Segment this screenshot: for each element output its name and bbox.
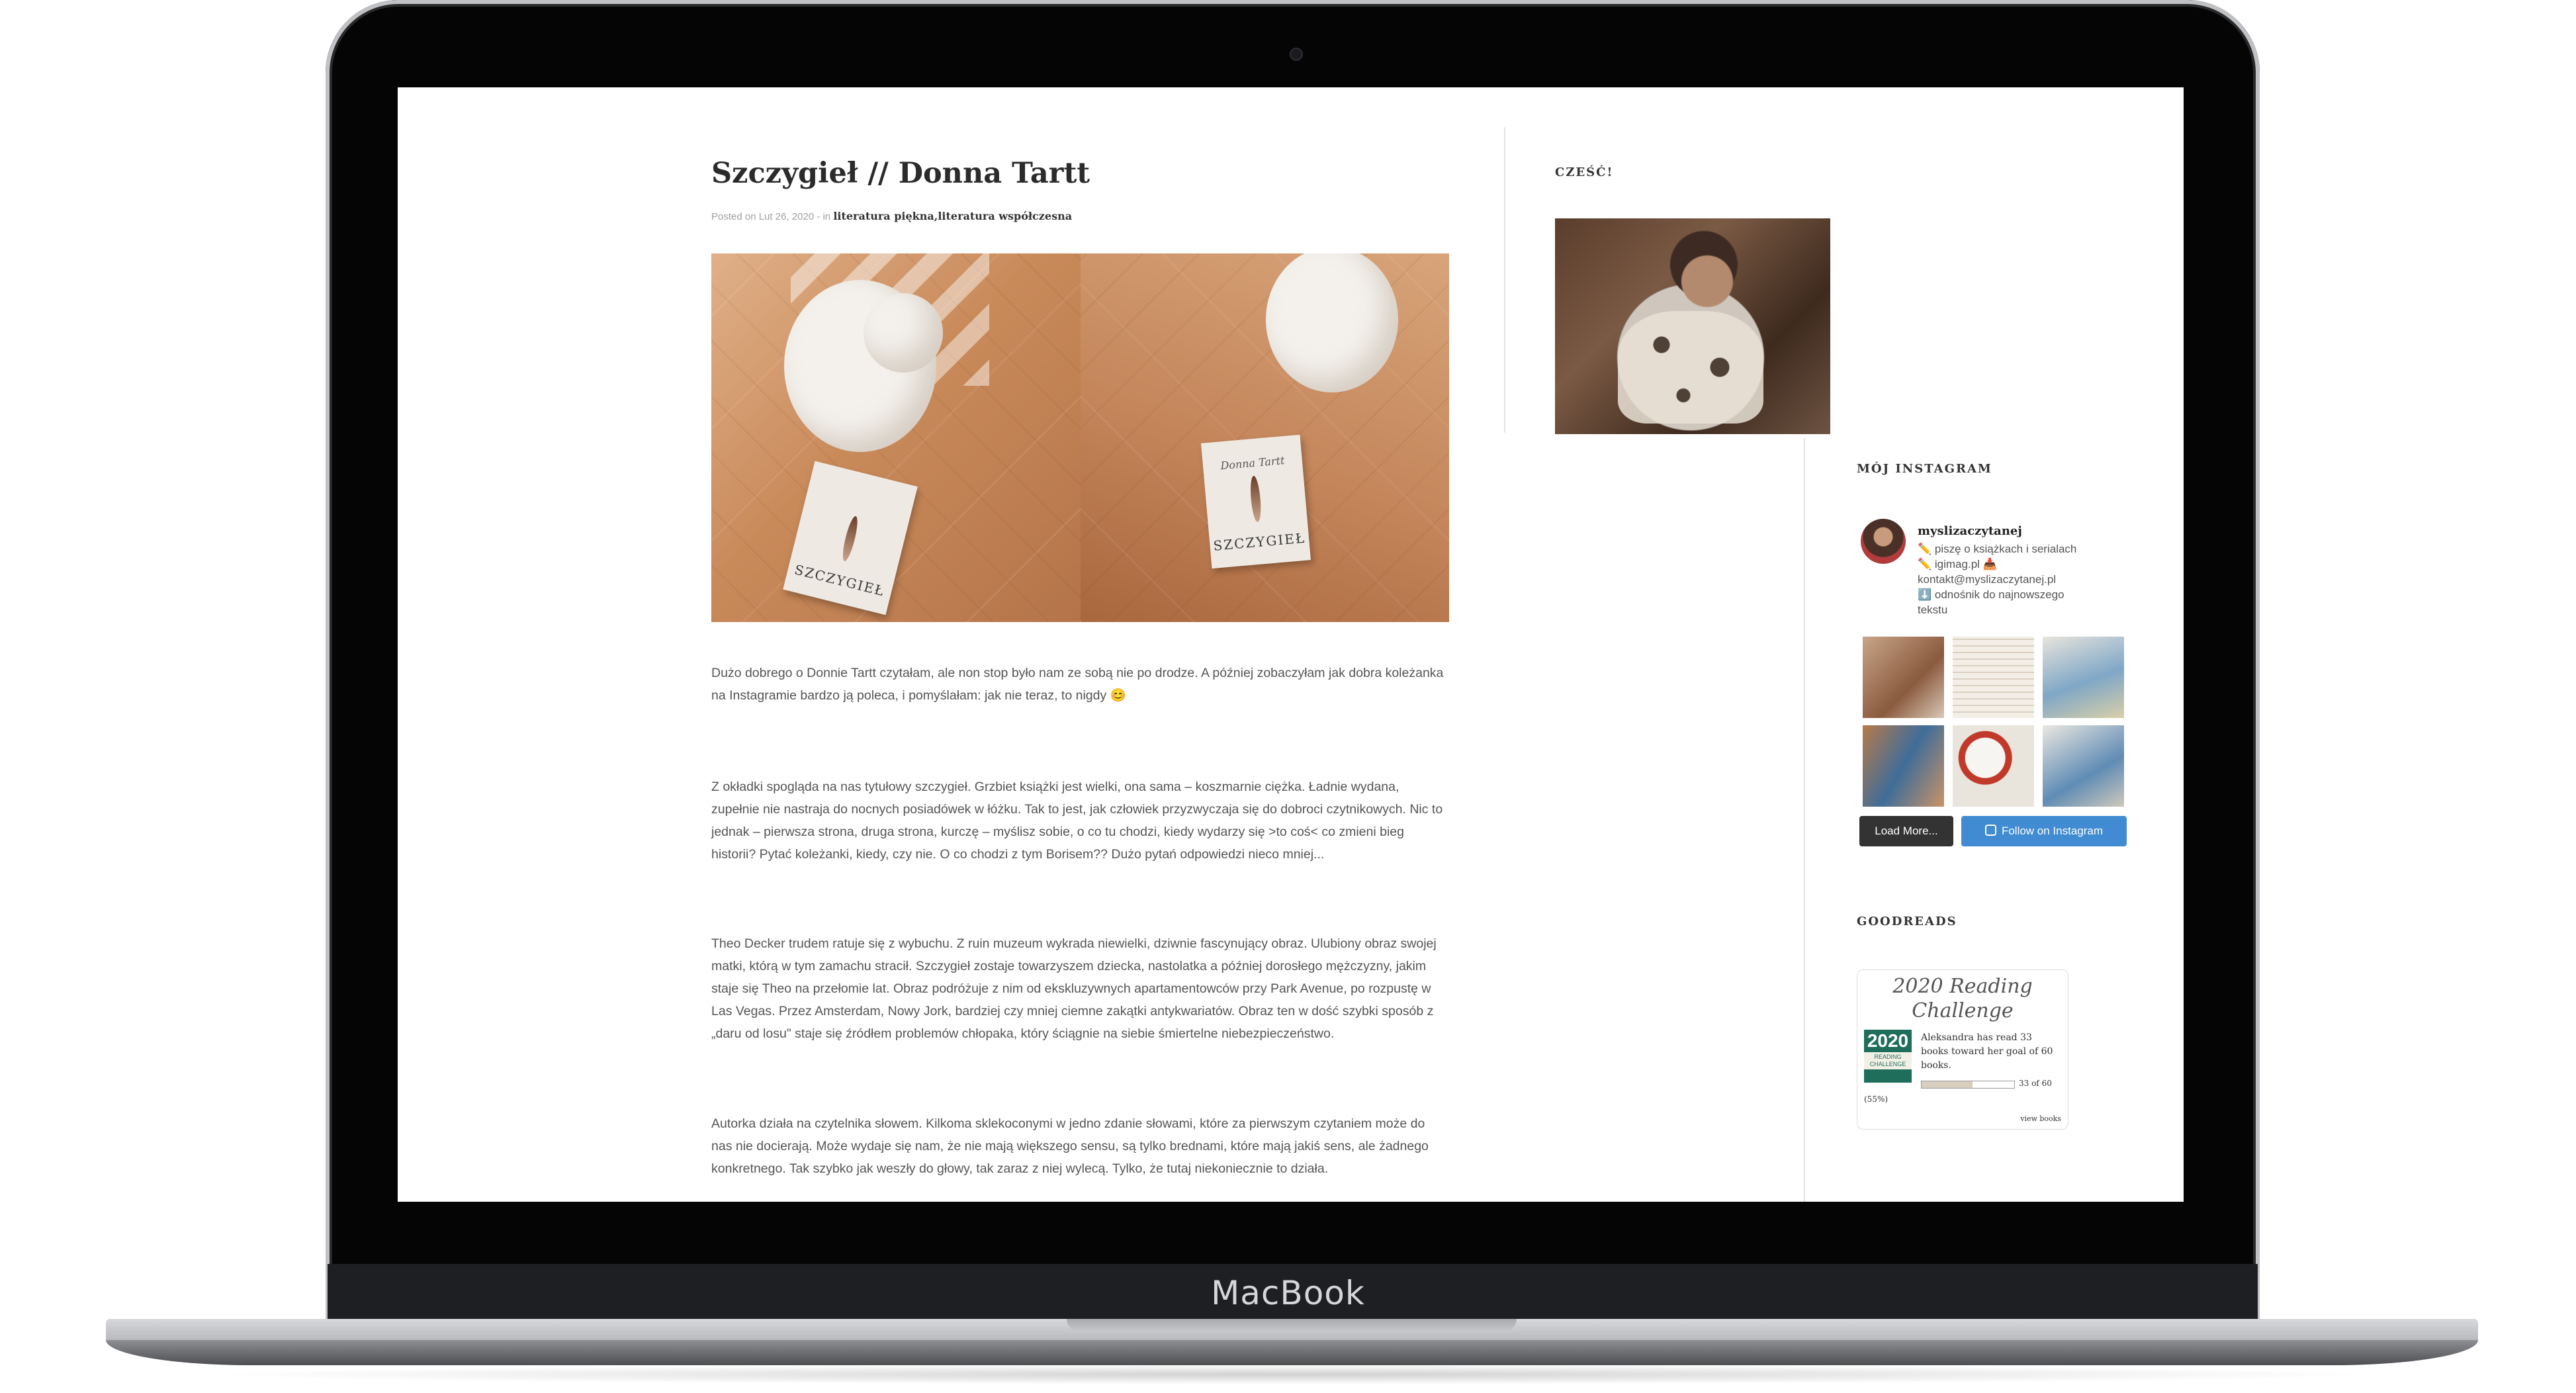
post-meta: Posted on Lut 26, 2020 - in literatura p… — [711, 210, 1072, 222]
instagram-post-thumb[interactable] — [1953, 637, 2034, 718]
book-cover-left: SZCZYGIEŁ — [783, 461, 918, 615]
laptop-shadow — [199, 1365, 2385, 1384]
dog-head-right — [1265, 253, 1398, 392]
bio-line: kontakt@myslizaczytanej.pl — [1918, 573, 2057, 586]
bio-line: ✏️ igimag.pl 📥 — [1918, 558, 1997, 570]
sidebar-divider-2 — [1804, 438, 1805, 1202]
author-photo — [1555, 218, 1830, 434]
instagram-bio: ✏️ piszę o książkach i serialach ✏️ igim… — [1918, 541, 2096, 617]
laptop-base-bottom — [106, 1340, 2478, 1365]
instagram-post-thumb[interactable] — [1953, 725, 2034, 807]
challenge-progress-text: Aleksandra has read 33 books toward her … — [1921, 1032, 2053, 1071]
bio-line: ✏️ piszę o książkach i serialach — [1918, 543, 2077, 555]
camera-icon — [1290, 48, 1303, 61]
image-left-panel: SZCZYGIEŁ — [711, 253, 1081, 622]
challenge-count: 33 of 60 — [2019, 1079, 2052, 1088]
feather-icon-right — [1249, 475, 1263, 523]
category-link-1[interactable]: literatura piękna — [833, 210, 934, 222]
challenge-badge: 2020 READING CHALLENGE — [1864, 1030, 1912, 1083]
post-paragraph-4: Autorka działa na czytelnika słowem. Kil… — [711, 1116, 1429, 1176]
bio-line: tekstu — [1918, 604, 1948, 616]
follow-instagram-button[interactable]: Follow on Instagram — [1961, 816, 2127, 846]
category-link-2[interactable]: literatura współczesna — [938, 210, 1072, 222]
load-more-button[interactable]: Load More... — [1859, 816, 1953, 846]
goodreads-challenge-widget: 2020 Reading Challenge 2020 READING CHAL… — [1857, 969, 2068, 1130]
image-right-panel: Donna Tartt SZCZYGIEŁ — [1080, 253, 1449, 622]
feather-icon — [840, 515, 861, 562]
follow-label: Follow on Instagram — [2001, 825, 2104, 837]
sidebar-divider — [1504, 127, 1505, 433]
book-cover-right: Donna Tartt SZCZYGIEŁ — [1200, 434, 1311, 569]
instagram-post-thumb[interactable] — [2043, 637, 2124, 718]
laptop-notch — [1067, 1319, 1517, 1332]
instagram-avatar[interactable] — [1861, 519, 1906, 564]
dog-head — [864, 293, 943, 373]
post-paragraph-1: Dużo dobrego o Donnie Tartt czytałam, al… — [711, 666, 1444, 703]
author-shirt — [1618, 311, 1763, 424]
instagram-heading: MÓJ INSTAGRAM — [1857, 462, 1992, 476]
bio-line: ⬇️ odnośnik do najnowszego — [1918, 588, 2065, 601]
view-books-link[interactable]: view books — [2020, 1114, 2061, 1123]
goodreads-heading: GOODREADS — [1857, 915, 1957, 928]
instagram-icon — [1984, 825, 1996, 836]
browser-viewport: Szczygieł // Donna Tartt Posted on Lut 2… — [398, 87, 2184, 1202]
instagram-feed-grid — [1863, 637, 2126, 807]
post-title[interactable]: Szczygieł // Donna Tartt — [711, 157, 1090, 190]
hello-heading: CZEŚĆ! — [1555, 165, 1614, 179]
progress-fill — [1922, 1081, 1973, 1088]
badge-text: READING CHALLENGE — [1864, 1052, 1912, 1069]
instagram-post-thumb[interactable] — [1863, 637, 1944, 718]
post-paragraph-2: Z okładki spogląda na nas tytułowy szczy… — [711, 780, 1443, 862]
challenge-title[interactable]: 2020 Reading Challenge — [1857, 974, 2068, 1023]
badge-year: 2020 — [1867, 1030, 1909, 1051]
instagram-post-thumb[interactable] — [2043, 725, 2124, 807]
challenge-progress-bar — [1921, 1081, 2015, 1089]
post-featured-image: SZCZYGIEŁ Donna Tartt SZCZYGIEŁ — [711, 253, 1449, 622]
book-title-right: SZCZYGIEŁ — [1212, 529, 1306, 554]
instagram-username[interactable]: myslizaczytanej — [1918, 524, 2022, 538]
book-title-left: SZCZYGIEŁ — [793, 561, 887, 600]
post-paragraph-3: Theo Decker trudem ratuje się z wybuchu.… — [711, 936, 1437, 1041]
device-brand-label: MacBook — [1211, 1274, 1365, 1312]
post-date: Posted on Lut 26, 2020 - in — [711, 211, 831, 222]
instagram-post-thumb[interactable] — [1863, 725, 1944, 807]
book-author-right: Donna Tartt — [1220, 454, 1285, 472]
challenge-percent: (55%) — [1864, 1095, 1888, 1104]
